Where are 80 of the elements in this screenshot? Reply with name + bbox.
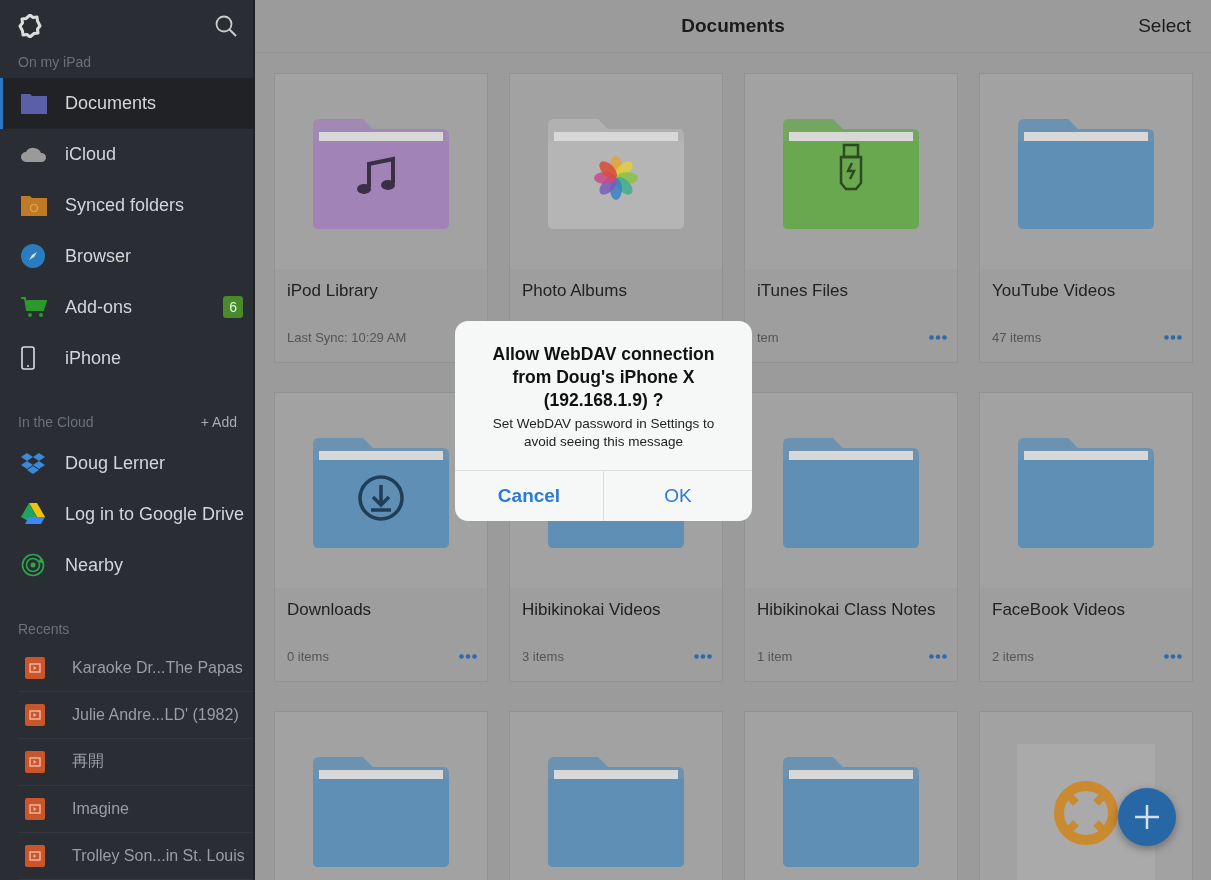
sidebar-item[interactable]: Synced folders bbox=[0, 179, 253, 231]
plus-icon bbox=[1134, 804, 1160, 830]
folder-title: iTunes Files bbox=[756, 280, 849, 301]
more-icon[interactable] bbox=[1164, 653, 1182, 659]
sidebar-item[interactable]: Doug Lerner bbox=[0, 437, 253, 489]
sidebar-item-label: Log in to Google Drive bbox=[65, 503, 245, 525]
recent-item[interactable]: Trolley Son...in St. Louis bbox=[18, 832, 253, 880]
folder-title: Hibikinokai Class Notes bbox=[756, 599, 937, 620]
sidebar-item[interactable]: iCloud bbox=[0, 128, 253, 180]
sidebar-item[interactable]: Nearby bbox=[0, 539, 253, 591]
settings-icon[interactable] bbox=[18, 14, 42, 38]
recent-item-label: Imagine bbox=[72, 799, 130, 818]
recent-item[interactable]: Karaoke Dr...The Papas bbox=[18, 644, 253, 692]
sidebar-item-label: Add-ons bbox=[65, 296, 134, 318]
cart-icon bbox=[21, 296, 47, 319]
synced-folder-icon bbox=[21, 194, 47, 217]
folder-title: YouTube Videos bbox=[991, 280, 1117, 301]
sidebar-item-label: Documents bbox=[65, 93, 158, 114]
radar-icon bbox=[21, 553, 45, 578]
add-link[interactable]: + Add bbox=[200, 413, 237, 430]
folder-card[interactable]: FaceBook Videos 2 items bbox=[979, 392, 1193, 682]
folder-info: 0 items bbox=[287, 648, 329, 664]
sidebar-item-label: iCloud bbox=[65, 143, 118, 165]
folder-info: 3 items bbox=[522, 648, 564, 664]
recent-item-label: Karaoke Dr...The Papas bbox=[72, 658, 244, 677]
more-icon[interactable] bbox=[929, 653, 947, 659]
sidebar-item[interactable]: iPhone bbox=[0, 332, 253, 384]
video-file-icon bbox=[25, 750, 45, 773]
section-header: Recents bbox=[18, 620, 70, 637]
folder-info: 1 item bbox=[757, 648, 793, 664]
folder-icon bbox=[21, 92, 47, 115]
folder-card[interactable]: YouTube Videos 47 items bbox=[979, 73, 1193, 363]
sidebar-item[interactable]: Browser bbox=[0, 230, 253, 282]
folder-title: Downloads bbox=[286, 599, 373, 620]
video-file-icon bbox=[25, 797, 45, 820]
folder-info: tem bbox=[757, 329, 779, 345]
sidebar-item-label: Nearby bbox=[65, 554, 125, 576]
recent-item-label: 再開 bbox=[72, 751, 105, 772]
folder-info: 2 items bbox=[992, 648, 1034, 664]
sidebar-item-label: Doug Lerner bbox=[65, 452, 167, 474]
sidebar-item[interactable]: Documents bbox=[0, 78, 253, 129]
folder-card[interactable]: iPod Library Last Sync: 10:29 AM bbox=[274, 73, 488, 363]
cloud-icon bbox=[21, 146, 47, 163]
select-button[interactable]: Select bbox=[1138, 15, 1191, 37]
folder-title: FaceBook Videos bbox=[991, 599, 1126, 620]
folder-info: Last Sync: 10:29 AM bbox=[287, 329, 407, 345]
compass-icon bbox=[21, 244, 45, 269]
more-icon[interactable] bbox=[1164, 334, 1182, 340]
dialog-button[interactable]: OK bbox=[603, 471, 752, 522]
sidebar-item-label: iPhone bbox=[65, 347, 123, 369]
sidebar-item[interactable]: Add-ons 6 bbox=[0, 281, 253, 333]
more-icon[interactable] bbox=[694, 653, 712, 659]
recent-item-label: Julie Andre...LD' (1982) bbox=[72, 705, 240, 724]
folder-card[interactable]: iTunes Files tem bbox=[744, 73, 958, 363]
sidebar-item-label: Synced folders bbox=[65, 194, 186, 216]
recent-item[interactable]: 再開 bbox=[18, 738, 253, 786]
section-header: On my iPad bbox=[18, 54, 92, 70]
recent-item[interactable]: Julie Andre...LD' (1982) bbox=[18, 691, 253, 739]
phone-icon bbox=[21, 346, 35, 371]
recent-item-label: Trolley Son...in St. Louis bbox=[72, 847, 246, 865]
search-icon[interactable] bbox=[215, 15, 237, 37]
count-badge: 6 bbox=[223, 296, 243, 319]
more-icon[interactable] bbox=[459, 653, 477, 659]
folder-card[interactable]: Hibikinokai Class Notes 1 item bbox=[744, 392, 958, 682]
folder-title: Hibikinokai Videos bbox=[521, 599, 662, 620]
section-header: In the Cloud bbox=[18, 413, 94, 430]
video-file-icon bbox=[25, 656, 45, 679]
sidebar-item[interactable]: Log in to Google Drive bbox=[0, 488, 253, 540]
recent-item[interactable]: Imagine bbox=[18, 785, 253, 833]
video-file-icon bbox=[25, 845, 45, 867]
folder-info: 47 items bbox=[992, 329, 1042, 345]
folder-title: iPod Library bbox=[286, 280, 379, 301]
more-icon[interactable] bbox=[929, 334, 947, 340]
video-file-icon bbox=[25, 703, 45, 726]
drive-icon bbox=[21, 503, 45, 526]
page-title: Documents bbox=[681, 15, 785, 37]
folder-title: Photo Albums bbox=[521, 280, 628, 301]
folder-card[interactable]: Downloads 0 items bbox=[274, 392, 488, 682]
dropbox-icon bbox=[21, 452, 45, 475]
sidebar-item-label: Browser bbox=[65, 245, 132, 267]
